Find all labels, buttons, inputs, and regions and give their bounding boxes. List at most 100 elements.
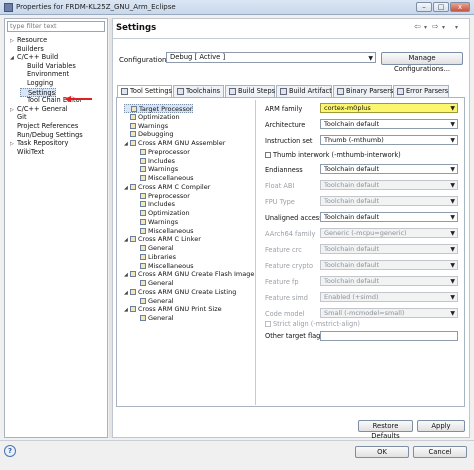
- tool-tree-item[interactable]: Includes: [134, 200, 175, 209]
- view-menu-icon[interactable]: ▾: [455, 24, 458, 31]
- tool-tree-item[interactable]: ◢ Cross ARM GNU Assembler: [124, 139, 225, 148]
- tool-tree-item[interactable]: Debugging: [124, 130, 174, 139]
- tab-binary-parsers[interactable]: Binary Parsers: [333, 85, 393, 97]
- tool-tree-label: Includes: [148, 200, 176, 209]
- nav-item-label: C/C++ Build: [17, 53, 59, 62]
- code-model-label: Code model: [265, 310, 305, 318]
- tool-tree-item[interactable]: ◢ Cross ARM C Linker: [124, 235, 201, 244]
- tool-tree-item[interactable]: Miscellaneous: [134, 174, 194, 183]
- settings-page-icon: [140, 218, 146, 225]
- tool-tree-item[interactable]: Includes: [134, 157, 175, 166]
- settings-page-icon: [140, 148, 146, 155]
- instruction-set-label: Instruction set: [265, 137, 313, 145]
- tab-error-parsers[interactable]: Error Parsers: [393, 85, 449, 97]
- nav-item-label: Builders: [17, 44, 44, 53]
- tool-tree-item[interactable]: General: [134, 244, 174, 253]
- error-parsers-icon: [397, 88, 404, 95]
- minimize-button[interactable]: –: [416, 2, 432, 12]
- chevron-down-icon: ▼: [450, 198, 455, 205]
- configuration-select[interactable]: Debug [ Active ] ▼: [166, 52, 376, 63]
- thumb-interwork-label: Thumb interwork (-mthumb-interwork): [273, 151, 401, 159]
- help-icon[interactable]: ?: [4, 445, 16, 457]
- arm-family-value: cortex-m0plus: [324, 104, 371, 112]
- apply-button[interactable]: Apply: [417, 420, 465, 432]
- settings-page-icon: [140, 192, 146, 199]
- tool-tree-item[interactable]: Miscellaneous: [134, 227, 194, 236]
- nav-item-label: Build Variables: [27, 61, 76, 70]
- tool-tree-label: Miscellaneous: [148, 261, 194, 270]
- endianness-label: Endianness: [265, 166, 303, 174]
- tab-label: Build Steps: [238, 87, 276, 95]
- nav-item-label: Run/Debug Settings: [17, 130, 83, 139]
- endianness-select[interactable]: Toolchain default ▼: [320, 164, 458, 174]
- tool-tree-item[interactable]: Warnings: [124, 122, 168, 131]
- close-button[interactable]: x: [450, 2, 470, 12]
- tool-tree-item[interactable]: ◢ Cross ARM GNU Create Flash Image: [124, 270, 254, 279]
- tool-tree-item[interactable]: Optimization: [134, 209, 190, 218]
- tool-tree-label: General: [148, 244, 174, 252]
- tab-toolchains[interactable]: Toolchains: [173, 85, 224, 97]
- restore-defaults-button[interactable]: Restore Defaults: [358, 420, 413, 440]
- cancel-button[interactable]: Cancel: [413, 446, 467, 458]
- arm-family-select[interactable]: cortex-m0plus ▼: [320, 103, 458, 113]
- tool-tree-item[interactable]: ◢ Cross ARM GNU Print Size: [124, 305, 222, 314]
- forward-arrow-icon[interactable]: ⇨: [432, 22, 439, 31]
- tool-tree-item[interactable]: General: [134, 297, 174, 306]
- tool-tree-item[interactable]: Warnings: [134, 218, 178, 227]
- settings-page-icon: [130, 140, 136, 146]
- nav-item[interactable]: WikiText: [10, 148, 44, 157]
- back-arrow-icon[interactable]: ⇦: [414, 22, 421, 31]
- other-target-flags-input[interactable]: [320, 331, 458, 341]
- tool-tree-label: Preprocessor: [148, 191, 190, 200]
- tool-tree-item[interactable]: ◢ Cross ARM GNU Create Listing: [124, 288, 236, 297]
- maximize-button[interactable]: □: [433, 2, 449, 12]
- tool-tree-label: Cross ARM GNU Create Flash Image: [138, 270, 255, 279]
- tool-tree-label: Cross ARM GNU Print Size: [138, 305, 222, 314]
- tool-tree-item[interactable]: Preprocessor: [134, 192, 190, 201]
- architecture-value: Toolchain default: [324, 120, 380, 128]
- settings-page-icon: [131, 106, 137, 112]
- tool-tree-item[interactable]: Miscellaneous: [134, 262, 194, 271]
- back-menu-icon[interactable]: ▾: [424, 24, 427, 31]
- architecture-select[interactable]: Toolchain default ▼: [320, 119, 458, 129]
- chevron-down-icon: ▼: [450, 310, 455, 317]
- tool-tree-label: Cross ARM GNU Assembler: [138, 139, 226, 147]
- red-annotation-arrow-icon: [64, 96, 92, 102]
- settings-page-icon: [130, 306, 136, 313]
- chevron-down-icon: ▼: [450, 278, 455, 285]
- tool-tree-item[interactable]: Warnings: [134, 165, 178, 174]
- feature-fp-select: Toolchain default ▼: [320, 276, 458, 286]
- tool-tree-item[interactable]: General: [134, 314, 174, 323]
- settings-page-icon: [140, 297, 146, 304]
- build-artifact-icon: [280, 88, 287, 95]
- tool-tree-item[interactable]: General: [134, 279, 174, 288]
- twisty-icon[interactable]: ◢: [10, 54, 17, 63]
- tool-tree-item[interactable]: Preprocessor: [134, 148, 190, 157]
- manage-configurations-button[interactable]: Manage Configurations...: [381, 52, 463, 73]
- nav-item-label: Environment: [27, 70, 70, 79]
- tab-build-steps[interactable]: Build Steps: [225, 85, 275, 97]
- header-separator: [113, 38, 469, 39]
- tool-tree-label: Optimization: [138, 112, 180, 121]
- feature-crypto-select: Toolchain default ▼: [320, 260, 458, 270]
- settings-page-icon: [130, 236, 136, 243]
- chevron-down-icon: ▼: [450, 294, 455, 301]
- window-title: Properties for FRDM-KL25Z_GNU_Arm_Eclips…: [16, 3, 176, 11]
- unaligned-access-select[interactable]: Toolchain default ▼: [320, 212, 458, 222]
- tool-tree-item[interactable]: Optimization: [124, 113, 180, 122]
- tool-tree-item[interactable]: Libraries: [134, 253, 176, 262]
- settings-page-icon: [140, 315, 146, 321]
- thumb-interwork-checkbox[interactable]: Thumb interwork (-mthumb-interwork): [265, 151, 401, 159]
- feature-simd-select: Enabled (+simd) ▼: [320, 292, 458, 302]
- settings-page-icon: [130, 113, 136, 120]
- tab-build-artifact[interactable]: Build Artifact: [276, 85, 332, 97]
- tab-label: Toolchains: [186, 87, 221, 95]
- ok-button[interactable]: OK: [355, 446, 409, 458]
- tool-tree-item[interactable]: ◢ Cross ARM C Compiler: [124, 183, 210, 192]
- tool-tree-item[interactable]: Target Processor: [124, 104, 194, 113]
- app-icon: [4, 3, 13, 12]
- instruction-set-select[interactable]: Thumb (-mthumb) ▼: [320, 135, 458, 145]
- filter-input[interactable]: type filter text: [7, 21, 105, 32]
- float-abi-value: Toolchain default: [324, 181, 380, 189]
- forward-menu-icon[interactable]: ▾: [442, 24, 445, 31]
